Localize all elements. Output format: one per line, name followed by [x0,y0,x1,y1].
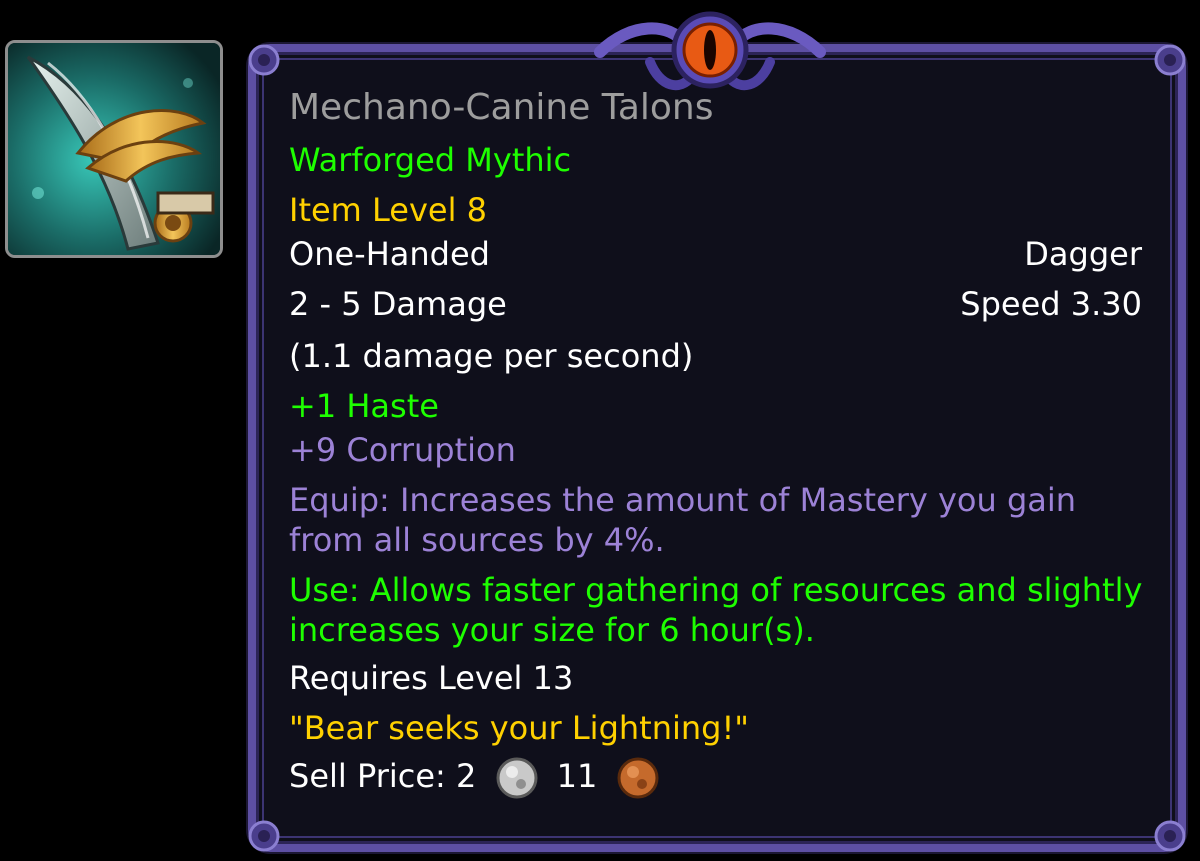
item-damage: 2 - 5 Damage [289,285,507,323]
equip-effect: Equip: Increases the amount of Mastery y… [289,481,1077,559]
silver-coin-icon [496,757,537,799]
stat-haste: +1 Haste [289,387,439,425]
level-requirement: Requires Level 13 [289,659,574,697]
dagger-claw-icon[interactable] [5,40,223,258]
item-dps: (1.1 damage per second) [289,337,694,375]
stat-corruption: +9 Corruption [289,431,516,469]
item-type: Dagger [1024,235,1142,273]
sell-price: Sell Price: 2 11 [289,756,668,800]
item-quality: Warforged Mythic [289,141,572,179]
sell-copper-amount: 11 [556,757,598,795]
item-speed: Speed 3.30 [960,285,1142,323]
flavor-text: "Bear seeks your Lightning!" [289,709,750,747]
copper-coin-icon [617,757,659,799]
item-level: Item Level 8 [289,191,488,229]
item-name: Mechano-Canine Talons [289,87,714,128]
corner-ornament-icon [1154,44,1186,76]
sell-silver-amount: 2 [455,757,477,795]
item-slot: One-Handed [289,235,490,273]
sell-price-label: Sell Price: [289,757,446,795]
corner-ornament-icon [248,820,280,852]
tooltip-screen: Mechano-Canine Talons Warforged Mythic I… [0,0,1200,861]
corner-ornament-icon [248,44,280,76]
corner-ornament-icon [1154,820,1186,852]
use-effect: Use: Allows faster gathering of resource… [289,571,1143,649]
